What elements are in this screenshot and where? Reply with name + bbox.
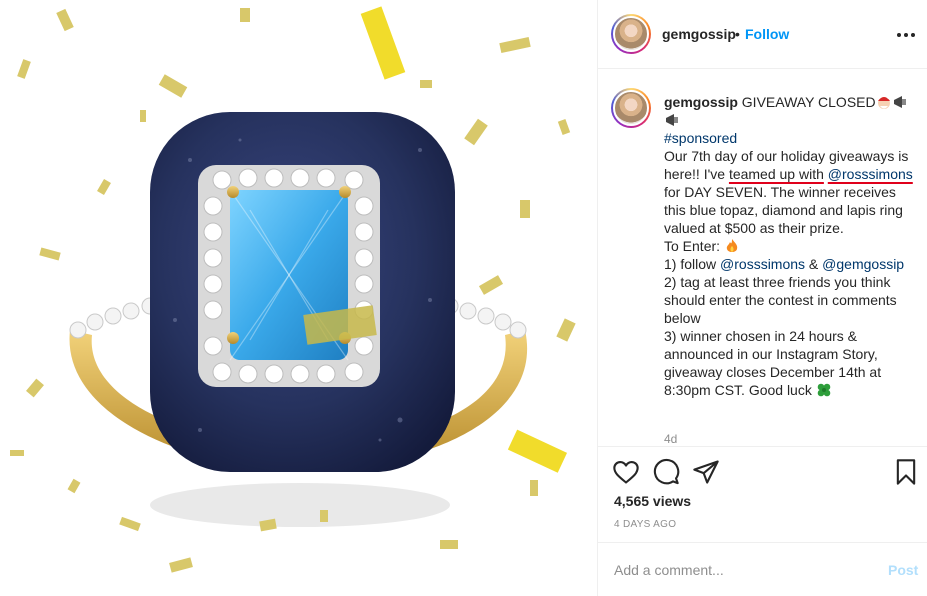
separator-dot: • (735, 26, 740, 42)
megaphone-emoji-icon (666, 114, 678, 126)
clover-emoji-icon (817, 383, 831, 397)
more-options-icon[interactable] (896, 24, 916, 44)
comment-box: Post (598, 542, 927, 596)
post-comment-button[interactable]: Post (888, 562, 918, 578)
caption-age[interactable]: 4d (664, 432, 677, 446)
action-bar: 4,565 views 4 DAYS AGO (598, 446, 927, 542)
caption-area: gemgossip GIVEAWAY CLOSED #sponsored Our… (598, 70, 927, 446)
follow-button[interactable]: Follow (745, 26, 789, 42)
caption-username[interactable]: gemgossip (664, 94, 738, 110)
mention-link[interactable]: @rosssimons (720, 256, 805, 272)
mention-link[interactable]: @gemgossip (822, 256, 904, 272)
bookmark-icon[interactable] (892, 458, 920, 486)
caption-avatar[interactable] (611, 88, 651, 128)
ring-photo (10, 6, 576, 573)
views-count[interactable]: 4,565 views (614, 493, 691, 509)
fire-emoji-icon (726, 239, 738, 252)
caption-text: gemgossip GIVEAWAY CLOSED #sponsored Our… (664, 94, 917, 398)
comment-icon[interactable] (652, 458, 680, 486)
share-icon[interactable] (692, 458, 720, 486)
play-icon[interactable] (0, 0, 70, 70)
to-enter-label: To Enter: (664, 238, 724, 254)
heart-icon[interactable] (612, 458, 640, 486)
comment-input[interactable] (614, 560, 874, 580)
step-3-text: 3) winner chosen in 24 hours & announced… (664, 328, 885, 398)
post-timestamp[interactable]: 4 DAYS AGO (614, 519, 676, 530)
post-header: gemgossip • Follow (598, 0, 927, 69)
step-2-text: 2) tag at least three friends you think … (664, 274, 901, 326)
caption-underlined-text: teamed up with (728, 166, 824, 182)
post-sidebar: gemgossip • Follow gemgossip GIVEAWAY CL… (597, 0, 927, 596)
mention-link[interactable]: @rosssimons (828, 166, 913, 182)
avatar[interactable] (611, 14, 651, 54)
post-media[interactable] (0, 0, 597, 596)
caption-title: GIVEAWAY CLOSED (737, 94, 876, 110)
step-1-text: 1) follow (664, 256, 721, 272)
header-username[interactable]: gemgossip (662, 26, 736, 42)
santa-emoji-icon (877, 95, 891, 109)
hashtag-link[interactable]: #sponsored (664, 130, 737, 146)
megaphone-emoji-icon (893, 96, 906, 108)
